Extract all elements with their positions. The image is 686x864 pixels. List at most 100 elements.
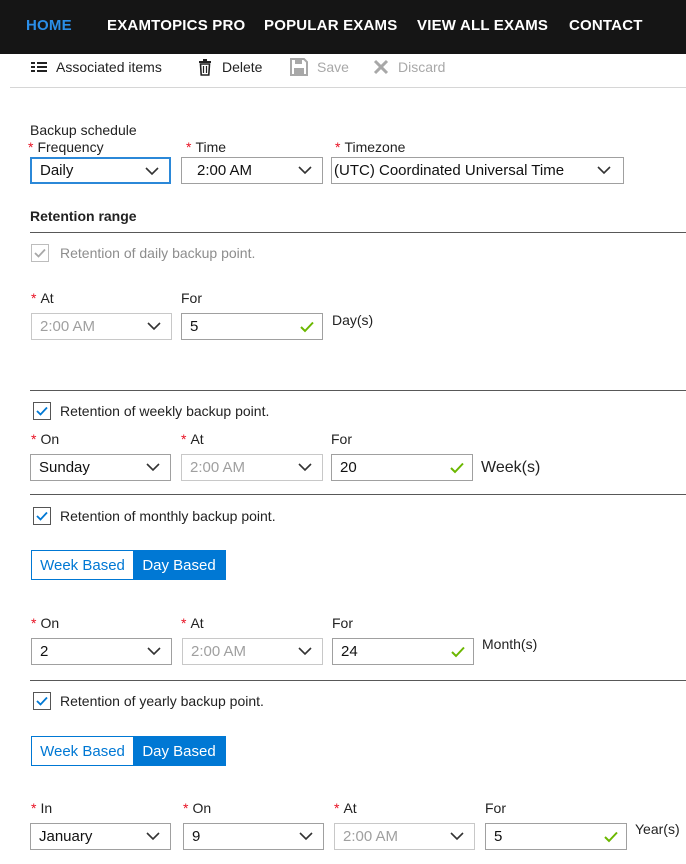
yearly-on-dropdown[interactable]: 9 xyxy=(183,823,324,850)
chevron-down-icon xyxy=(597,166,611,175)
yearly-at-value: 2:00 AM xyxy=(343,828,399,845)
required-marker: * xyxy=(334,800,340,816)
chevron-down-icon xyxy=(298,463,312,472)
trash-icon xyxy=(196,58,214,76)
required-marker: * xyxy=(31,800,37,816)
monthly-at-label: * At xyxy=(181,615,204,631)
save-button[interactable]: Save xyxy=(289,57,349,77)
weekly-at-value: 2:00 AM xyxy=(190,459,246,476)
monthly-for-label: For xyxy=(332,615,353,631)
daily-at-dropdown[interactable]: 2:00 AM xyxy=(31,313,172,340)
monthly-retention-checkbox[interactable] xyxy=(33,507,51,525)
save-icon xyxy=(289,57,309,77)
checkmark-icon xyxy=(604,831,618,843)
discard-label: Discard xyxy=(398,59,446,75)
monthly-retention-label: Retention of monthly backup point. xyxy=(60,508,276,524)
chevron-down-icon xyxy=(147,647,161,656)
yearly-day-based-button[interactable]: Day Based xyxy=(133,737,225,765)
nav-view-all-exams-link[interactable]: VIEW ALL EXAMS xyxy=(417,17,548,34)
yearly-unit-label: Year(s) xyxy=(635,821,680,837)
yearly-retention-label: Retention of yearly backup point. xyxy=(60,693,264,709)
close-icon xyxy=(372,58,390,76)
chevron-down-icon xyxy=(146,463,160,472)
yearly-in-value: January xyxy=(39,828,93,845)
discard-button[interactable]: Discard xyxy=(372,57,445,77)
weekly-on-dropdown[interactable]: Sunday xyxy=(30,454,171,481)
save-label: Save xyxy=(317,59,349,75)
associated-items-label: Associated items xyxy=(56,59,162,75)
yearly-week-based-button[interactable]: Week Based xyxy=(32,737,133,765)
frequency-dropdown[interactable]: Daily xyxy=(30,157,171,184)
chevron-down-icon xyxy=(299,832,313,841)
top-nav-bar: HOME EXAMTOPICS PRO POPULAR EXAMS VIEW A… xyxy=(0,0,686,54)
time-value: 2:00 AM xyxy=(197,162,253,179)
required-marker: * xyxy=(31,431,37,447)
chevron-down-icon xyxy=(146,832,160,841)
toolbar-divider xyxy=(10,87,686,88)
weekly-at-label: * At xyxy=(181,431,204,447)
backup-schedule-heading: Backup schedule xyxy=(30,122,137,138)
weekly-for-input[interactable]: 20 xyxy=(331,454,473,481)
monthly-at-dropdown[interactable]: 2:00 AM xyxy=(182,638,323,665)
frequency-label: * Frequency xyxy=(28,139,104,155)
divider xyxy=(30,390,686,391)
required-marker: * xyxy=(181,431,187,447)
retention-range-heading: Retention range xyxy=(30,208,137,224)
checkmark-icon xyxy=(36,511,48,521)
daily-for-input[interactable]: 5 xyxy=(181,313,323,340)
daily-retention-label: Retention of daily backup point. xyxy=(60,245,256,261)
time-label: * Time xyxy=(186,139,227,155)
frequency-value: Daily xyxy=(40,162,74,179)
required-marker: * xyxy=(186,139,192,155)
yearly-basis-toggle: Week Based Day Based xyxy=(31,736,226,766)
yearly-for-value: 5 xyxy=(494,828,503,845)
yearly-at-dropdown[interactable]: 2:00 AM xyxy=(334,823,475,850)
required-marker: * xyxy=(28,139,34,155)
nav-home-link[interactable]: HOME xyxy=(26,17,72,34)
daily-retention-checkbox[interactable] xyxy=(31,244,49,262)
monthly-day-based-button[interactable]: Day Based xyxy=(133,551,225,579)
yearly-in-label: * In xyxy=(31,800,53,816)
weekly-on-label: * On xyxy=(31,431,60,447)
weekly-at-dropdown[interactable]: 2:00 AM xyxy=(181,454,323,481)
required-marker: * xyxy=(31,615,37,631)
nav-examtopics-pro-link[interactable]: EXAMTOPICS PRO xyxy=(107,17,245,34)
list-icon xyxy=(30,58,48,76)
monthly-for-value: 24 xyxy=(341,643,358,660)
nav-popular-exams-link[interactable]: POPULAR EXAMS xyxy=(264,17,397,34)
weekly-retention-label: Retention of weekly backup point. xyxy=(60,403,270,419)
required-marker: * xyxy=(181,615,187,631)
chevron-down-icon xyxy=(145,167,159,176)
delete-button[interactable]: Delete xyxy=(196,57,262,77)
required-marker: * xyxy=(31,290,37,306)
monthly-on-value: 2 xyxy=(40,643,49,660)
monthly-unit-label: Month(s) xyxy=(482,636,538,652)
weekly-retention-checkbox[interactable] xyxy=(33,402,51,420)
daily-at-value: 2:00 AM xyxy=(40,318,96,335)
time-dropdown[interactable]: 2:00 AM xyxy=(181,157,323,184)
timezone-label: * Timezone xyxy=(335,139,406,155)
weekly-for-value: 20 xyxy=(340,459,357,476)
monthly-on-label: * On xyxy=(31,615,60,631)
checkmark-icon xyxy=(451,646,465,658)
required-marker: * xyxy=(183,800,189,816)
nav-contact-link[interactable]: CONTACT xyxy=(569,17,643,34)
timezone-dropdown[interactable]: (UTC) Coordinated Universal Time xyxy=(331,157,624,184)
yearly-for-input[interactable]: 5 xyxy=(485,823,627,850)
monthly-at-value: 2:00 AM xyxy=(191,643,247,660)
chevron-down-icon xyxy=(298,166,312,175)
daily-for-value: 5 xyxy=(190,318,199,335)
yearly-at-label: * At xyxy=(334,800,357,816)
yearly-in-dropdown[interactable]: January xyxy=(30,823,171,850)
checkmark-icon xyxy=(450,462,464,474)
monthly-on-dropdown[interactable]: 2 xyxy=(31,638,172,665)
monthly-for-input[interactable]: 24 xyxy=(332,638,474,665)
chevron-down-icon xyxy=(450,832,464,841)
delete-label: Delete xyxy=(222,59,263,75)
weekly-unit-label: Week(s) xyxy=(481,459,541,476)
yearly-retention-checkbox[interactable] xyxy=(33,692,51,710)
daily-for-label: For xyxy=(181,290,202,306)
associated-items-button[interactable]: Associated items xyxy=(30,57,162,77)
monthly-week-based-button[interactable]: Week Based xyxy=(32,551,133,579)
checkmark-icon xyxy=(34,248,46,258)
